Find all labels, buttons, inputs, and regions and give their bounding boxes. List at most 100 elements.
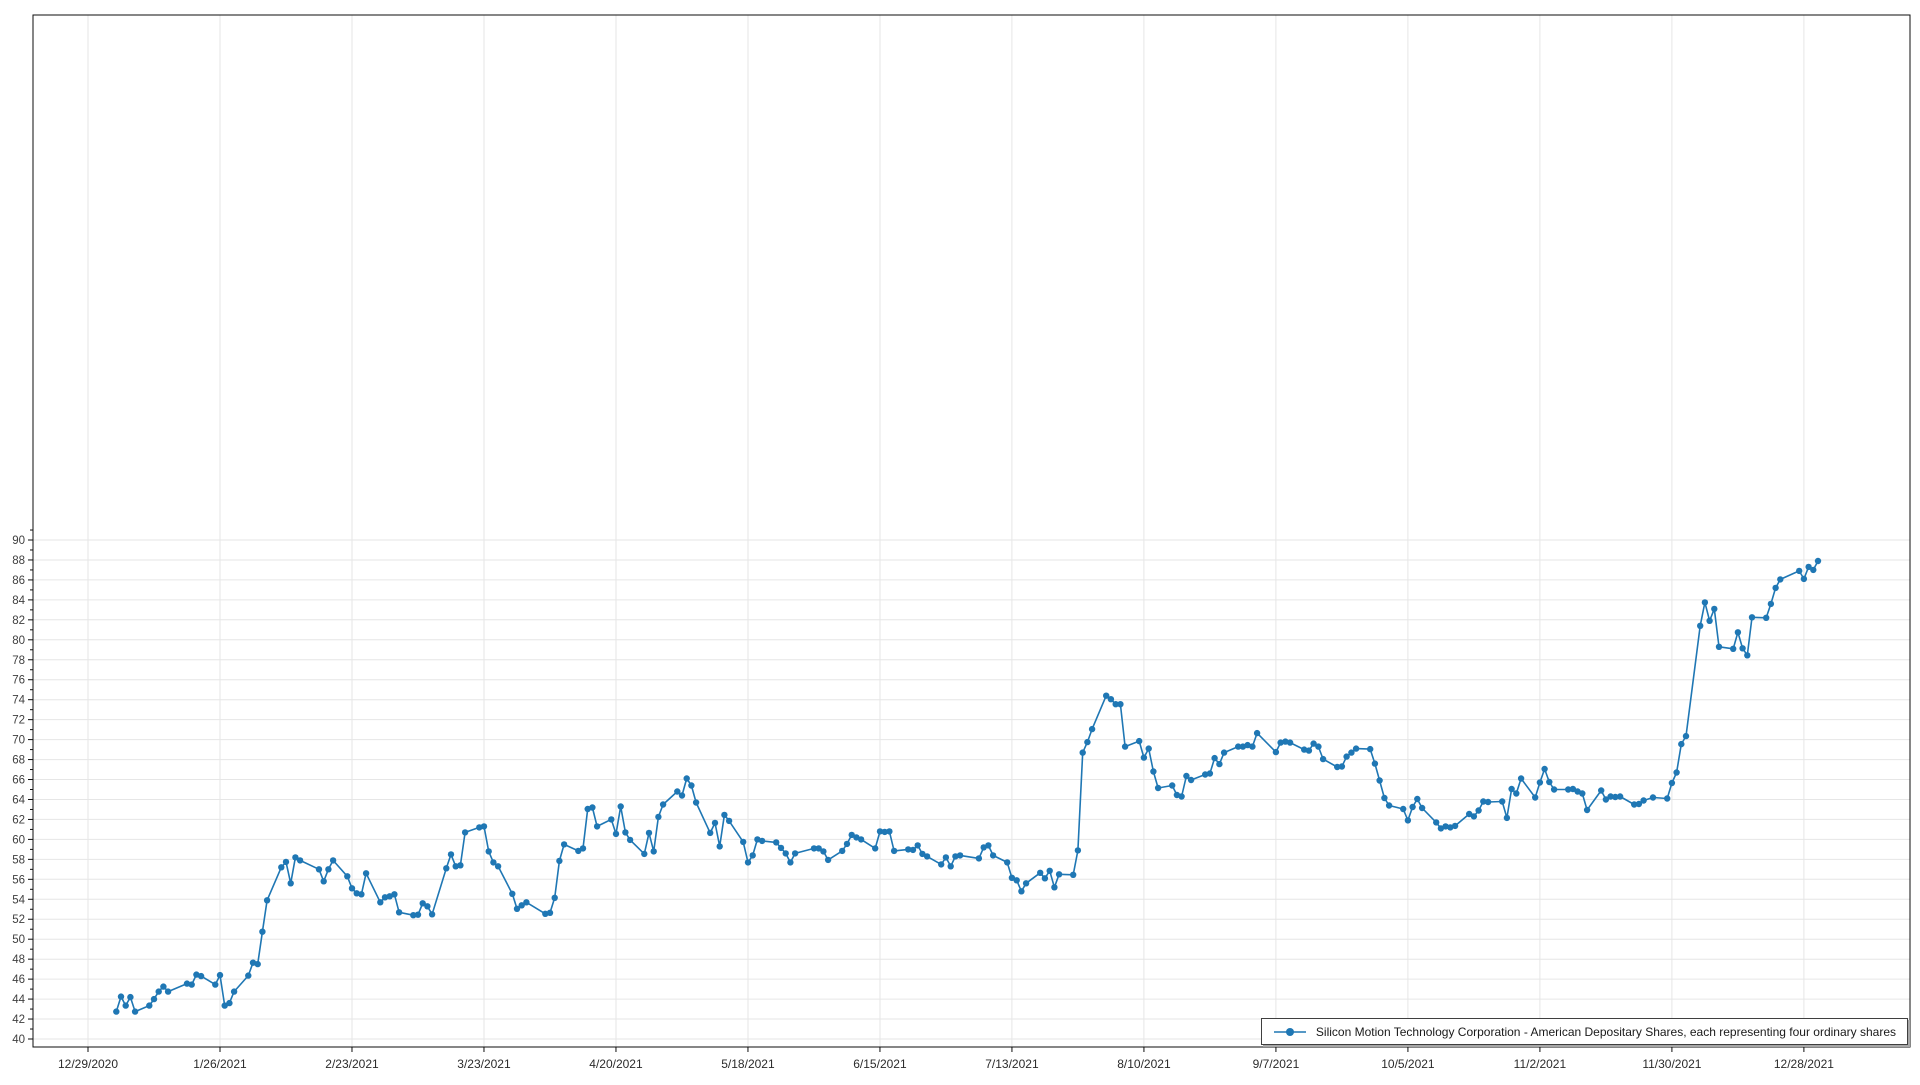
- data-point-marker: [858, 836, 864, 842]
- data-point-marker: [1664, 795, 1670, 801]
- data-point-marker: [1706, 618, 1712, 624]
- x-axis-tick-label: 8/10/2021: [1117, 1057, 1171, 1071]
- data-point-marker: [1315, 743, 1321, 749]
- data-point-marker: [1508, 786, 1514, 792]
- data-point-marker: [778, 845, 784, 851]
- plot-area[interactable]: 4042444648505254565860626466687072747678…: [0, 0, 1920, 1080]
- data-point-marker: [1499, 798, 1505, 804]
- data-point-marker: [1673, 769, 1679, 775]
- data-point-marker: [1254, 730, 1260, 736]
- data-point-marker: [1763, 615, 1769, 621]
- data-point-marker: [1702, 599, 1708, 605]
- data-point-marker: [948, 863, 954, 869]
- data-point-marker: [556, 858, 562, 864]
- data-point-marker: [118, 993, 124, 999]
- data-point-marker: [1810, 567, 1816, 573]
- data-point-marker: [415, 912, 421, 918]
- data-point-marker: [750, 852, 756, 858]
- y-axis-tick-label: 58: [12, 854, 25, 866]
- y-axis-tick-label: 76: [12, 675, 25, 687]
- data-point-marker: [349, 885, 355, 891]
- data-point-marker: [740, 839, 746, 845]
- data-point-marker: [717, 843, 723, 849]
- data-point-marker: [316, 866, 322, 872]
- data-point-marker: [613, 831, 619, 837]
- data-point-marker: [1320, 756, 1326, 762]
- data-point-marker: [1796, 568, 1802, 574]
- data-point-marker: [1537, 779, 1543, 785]
- x-axis-tick-label: 11/30/2021: [1642, 1057, 1701, 1071]
- data-point-marker: [1221, 749, 1227, 755]
- data-point-marker: [1414, 796, 1420, 802]
- data-point-marker: [1749, 614, 1755, 620]
- data-point-marker: [344, 873, 350, 879]
- x-axis-tick-label: 9/7/2021: [1253, 1057, 1300, 1071]
- data-point-marker: [132, 1008, 138, 1014]
- data-point-marker: [1136, 738, 1142, 744]
- data-point-marker: [1730, 646, 1736, 652]
- stock-price-chart: 4042444648505254565860626466687072747678…: [0, 0, 1920, 1080]
- data-point-marker: [278, 864, 284, 870]
- data-point-marker: [1249, 743, 1255, 749]
- data-point-marker: [1801, 576, 1807, 582]
- data-point-marker: [721, 812, 727, 818]
- data-point-marker: [1381, 795, 1387, 801]
- x-axis-tick-label: 10/5/2021: [1381, 1057, 1435, 1071]
- data-point-marker: [646, 830, 652, 836]
- data-point-marker: [1042, 875, 1048, 881]
- data-point-marker: [693, 799, 699, 805]
- data-point-marker: [1207, 770, 1213, 776]
- data-point-marker: [462, 829, 468, 835]
- data-point-marker: [1485, 799, 1491, 805]
- data-point-marker: [297, 857, 303, 863]
- data-point-marker: [1419, 805, 1425, 811]
- legend-series-marker-icon: [1273, 1027, 1307, 1037]
- data-point-marker: [1475, 807, 1481, 813]
- data-point-marker: [957, 852, 963, 858]
- data-point-marker: [1772, 585, 1778, 591]
- data-point-marker: [1051, 884, 1057, 890]
- data-point-marker: [915, 842, 921, 848]
- y-axis-tick-label: 54: [12, 894, 25, 906]
- data-point-marker: [1739, 645, 1745, 651]
- data-point-marker: [608, 816, 614, 822]
- data-point-marker: [684, 775, 690, 781]
- data-point-marker: [627, 837, 633, 843]
- data-point-marker: [679, 792, 685, 798]
- data-point-marker: [1546, 779, 1552, 785]
- data-point-marker: [589, 804, 595, 810]
- data-point-marker: [198, 973, 204, 979]
- data-point-marker: [1598, 787, 1604, 793]
- data-point-marker: [1306, 747, 1312, 753]
- data-point-marker: [1056, 871, 1062, 877]
- data-point-marker: [1650, 794, 1656, 800]
- data-point-marker: [396, 909, 402, 915]
- y-axis-tick-label: 64: [12, 794, 25, 806]
- data-point-marker: [825, 857, 831, 863]
- data-point-marker: [160, 983, 166, 989]
- data-point-marker: [1014, 877, 1020, 883]
- data-point-marker: [288, 880, 294, 886]
- data-point-marker: [325, 866, 331, 872]
- data-point-marker: [1669, 780, 1675, 786]
- data-point-marker: [165, 988, 171, 994]
- data-point-marker: [1372, 760, 1378, 766]
- y-axis-tick-label: 60: [12, 834, 25, 846]
- data-point-marker: [1287, 739, 1293, 745]
- data-point-marker: [189, 981, 195, 987]
- data-point-marker: [1584, 807, 1590, 813]
- y-axis-tick-label: 86: [12, 575, 25, 587]
- chart-legend: Silicon Motion Technology Corporation - …: [1261, 1018, 1908, 1045]
- data-point-marker: [594, 823, 600, 829]
- data-point-marker: [1169, 782, 1175, 788]
- data-point-marker: [891, 848, 897, 854]
- data-point-marker: [123, 1002, 129, 1008]
- data-point-marker: [363, 870, 369, 876]
- data-point-marker: [773, 839, 779, 845]
- data-point-marker: [330, 857, 336, 863]
- data-point-marker: [1122, 743, 1128, 749]
- data-point-marker: [1735, 629, 1741, 635]
- y-axis-tick-label: 48: [12, 954, 25, 966]
- data-point-marker: [1768, 601, 1774, 607]
- data-point-marker: [358, 891, 364, 897]
